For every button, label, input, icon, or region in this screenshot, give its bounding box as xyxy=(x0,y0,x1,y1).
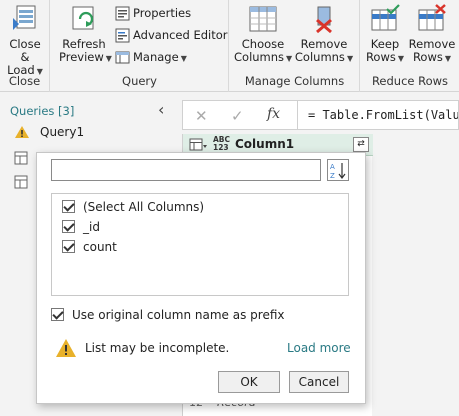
group-label-reduce-rows: Reduce Rows xyxy=(371,74,449,88)
svg-text:Z: Z xyxy=(330,172,335,180)
column-checkbox-id[interactable]: _id xyxy=(62,218,100,236)
remove-columns-label-2: Columns xyxy=(294,50,345,64)
prefix-label: Use original column name as prefix xyxy=(72,308,285,322)
keep-rows-button[interactable]: Keep Rows ▼ xyxy=(363,4,407,65)
column-checkbox-count[interactable]: count xyxy=(62,238,117,256)
close-group: Close & Load ▼ Close xyxy=(0,0,50,92)
query-item[interactable]: Query1 xyxy=(0,120,178,144)
refresh-label-1: Refresh xyxy=(62,37,106,51)
table-menu-icon[interactable] xyxy=(189,138,207,152)
reduce-rows-group: Keep Rows ▼ Remove Rows ▼ Reduce Rows xyxy=(361,0,459,92)
manage-icon xyxy=(115,51,130,64)
chevron-down-icon: ▼ xyxy=(346,54,354,63)
chevron-down-icon: ▼ xyxy=(105,54,112,63)
group-label-close: Close xyxy=(8,74,41,88)
keep-rows-label-1: Keep xyxy=(370,37,400,51)
manage-button[interactable]: Manage ▼ xyxy=(115,48,187,67)
formula-input[interactable]: = Table.FromList(Value1, xyxy=(297,101,458,129)
checkbox-label: count xyxy=(83,240,117,254)
expand-column-icon[interactable]: ⇄ xyxy=(353,137,369,152)
keep-rows-icon xyxy=(371,4,400,31)
column-list: (Select All Columns) _id count xyxy=(51,193,349,296)
properties-label: Properties xyxy=(133,6,192,20)
warning-icon xyxy=(15,126,29,138)
sort-az-button[interactable]: A Z xyxy=(327,159,349,181)
cancel-formula-icon[interactable]: ✕ xyxy=(195,107,208,125)
queries-header: Queries [3] xyxy=(10,104,75,118)
column-type-icon[interactable]: ABC 123 xyxy=(213,136,230,152)
sort-az-icon: A Z xyxy=(330,163,346,180)
table-icon xyxy=(14,175,28,189)
cancel-button[interactable]: Cancel xyxy=(289,371,349,393)
svg-text:A: A xyxy=(330,163,335,171)
remove-columns-button[interactable]: Remove Columns ▼ xyxy=(294,4,354,65)
checkbox-label: (Select All Columns) xyxy=(83,200,205,214)
load-more-link[interactable]: Load more xyxy=(287,341,351,355)
checkbox[interactable] xyxy=(62,200,75,213)
remove-rows-label-2: Rows xyxy=(412,50,443,64)
chevron-down-icon: ▼ xyxy=(444,54,452,63)
column-name[interactable]: Column1 xyxy=(235,137,294,151)
close-and-load-button[interactable]: Close & Load ▼ xyxy=(4,4,46,78)
refresh-preview-button[interactable]: Refresh Preview ▼ xyxy=(59,4,112,65)
advanced-editor-label: Advanced Editor xyxy=(133,28,228,42)
close-load-icon xyxy=(13,5,36,30)
properties-icon xyxy=(115,6,130,21)
query-item-label: Query1 xyxy=(40,125,85,139)
fx-icon[interactable]: fx xyxy=(267,106,280,122)
refresh-icon xyxy=(72,6,94,30)
choose-columns-icon xyxy=(249,6,277,32)
checkbox[interactable] xyxy=(62,220,75,233)
query-group: Refresh Preview ▼ Properties Advanced Edi… xyxy=(51,0,229,92)
table-icon xyxy=(14,151,28,165)
ok-button[interactable]: OK xyxy=(218,371,280,393)
remove-rows-label-1: Remove xyxy=(408,37,456,51)
manage-columns-group: Choose Columns ▼ Remove Columns ▼ Manage C… xyxy=(230,0,360,92)
advanced-editor-icon xyxy=(115,28,130,43)
select-all-checkbox[interactable]: (Select All Columns) xyxy=(62,198,204,216)
formula-bar: ✕ ✓ fx = Table.FromList(Value1, xyxy=(182,100,459,130)
column-search-input[interactable] xyxy=(51,159,321,181)
remove-rows-button[interactable]: Remove Rows ▼ xyxy=(407,4,457,65)
collapse-pane-icon[interactable]: ‹ xyxy=(158,100,164,119)
group-label-manage-columns: Manage Columns xyxy=(244,74,345,88)
properties-button[interactable]: Properties xyxy=(115,4,191,23)
ribbon: Close & Load ▼ Close Refresh Preview ▼ Pro… xyxy=(0,0,459,92)
remove-columns-icon xyxy=(316,6,332,34)
chevron-down-icon: ▼ xyxy=(286,54,293,63)
warning-text: List may be incomplete. xyxy=(85,341,230,355)
close-load-label-1: Close & xyxy=(9,37,41,64)
warning-icon xyxy=(56,339,76,357)
checkbox-label: _id xyxy=(83,220,100,234)
choose-columns-label-1: Choose xyxy=(241,37,285,51)
chevron-down-icon: ▼ xyxy=(180,54,187,63)
advanced-editor-button[interactable]: Advanced Editor xyxy=(115,26,228,45)
remove-rows-icon xyxy=(418,4,446,31)
incomplete-warning: List may be incomplete. xyxy=(55,336,229,360)
manage-label: Manage xyxy=(133,50,179,64)
group-label-query: Query xyxy=(122,74,157,88)
checkbox[interactable] xyxy=(62,240,75,253)
keep-rows-label-2: Rows xyxy=(365,50,396,64)
commit-formula-icon[interactable]: ✓ xyxy=(231,107,244,125)
choose-columns-button[interactable]: Choose Columns ▼ xyxy=(234,4,292,65)
refresh-label-2: Preview xyxy=(59,50,104,64)
choose-columns-label-2: Columns xyxy=(234,50,285,64)
expand-columns-popup: A Z (Select All Columns) _id count Use o… xyxy=(36,152,366,404)
chevron-down-icon: ▼ xyxy=(397,54,405,63)
remove-columns-label-1: Remove xyxy=(300,37,348,51)
prefix-checkbox[interactable]: Use original column name as prefix xyxy=(51,306,284,324)
checkbox[interactable] xyxy=(51,308,64,321)
